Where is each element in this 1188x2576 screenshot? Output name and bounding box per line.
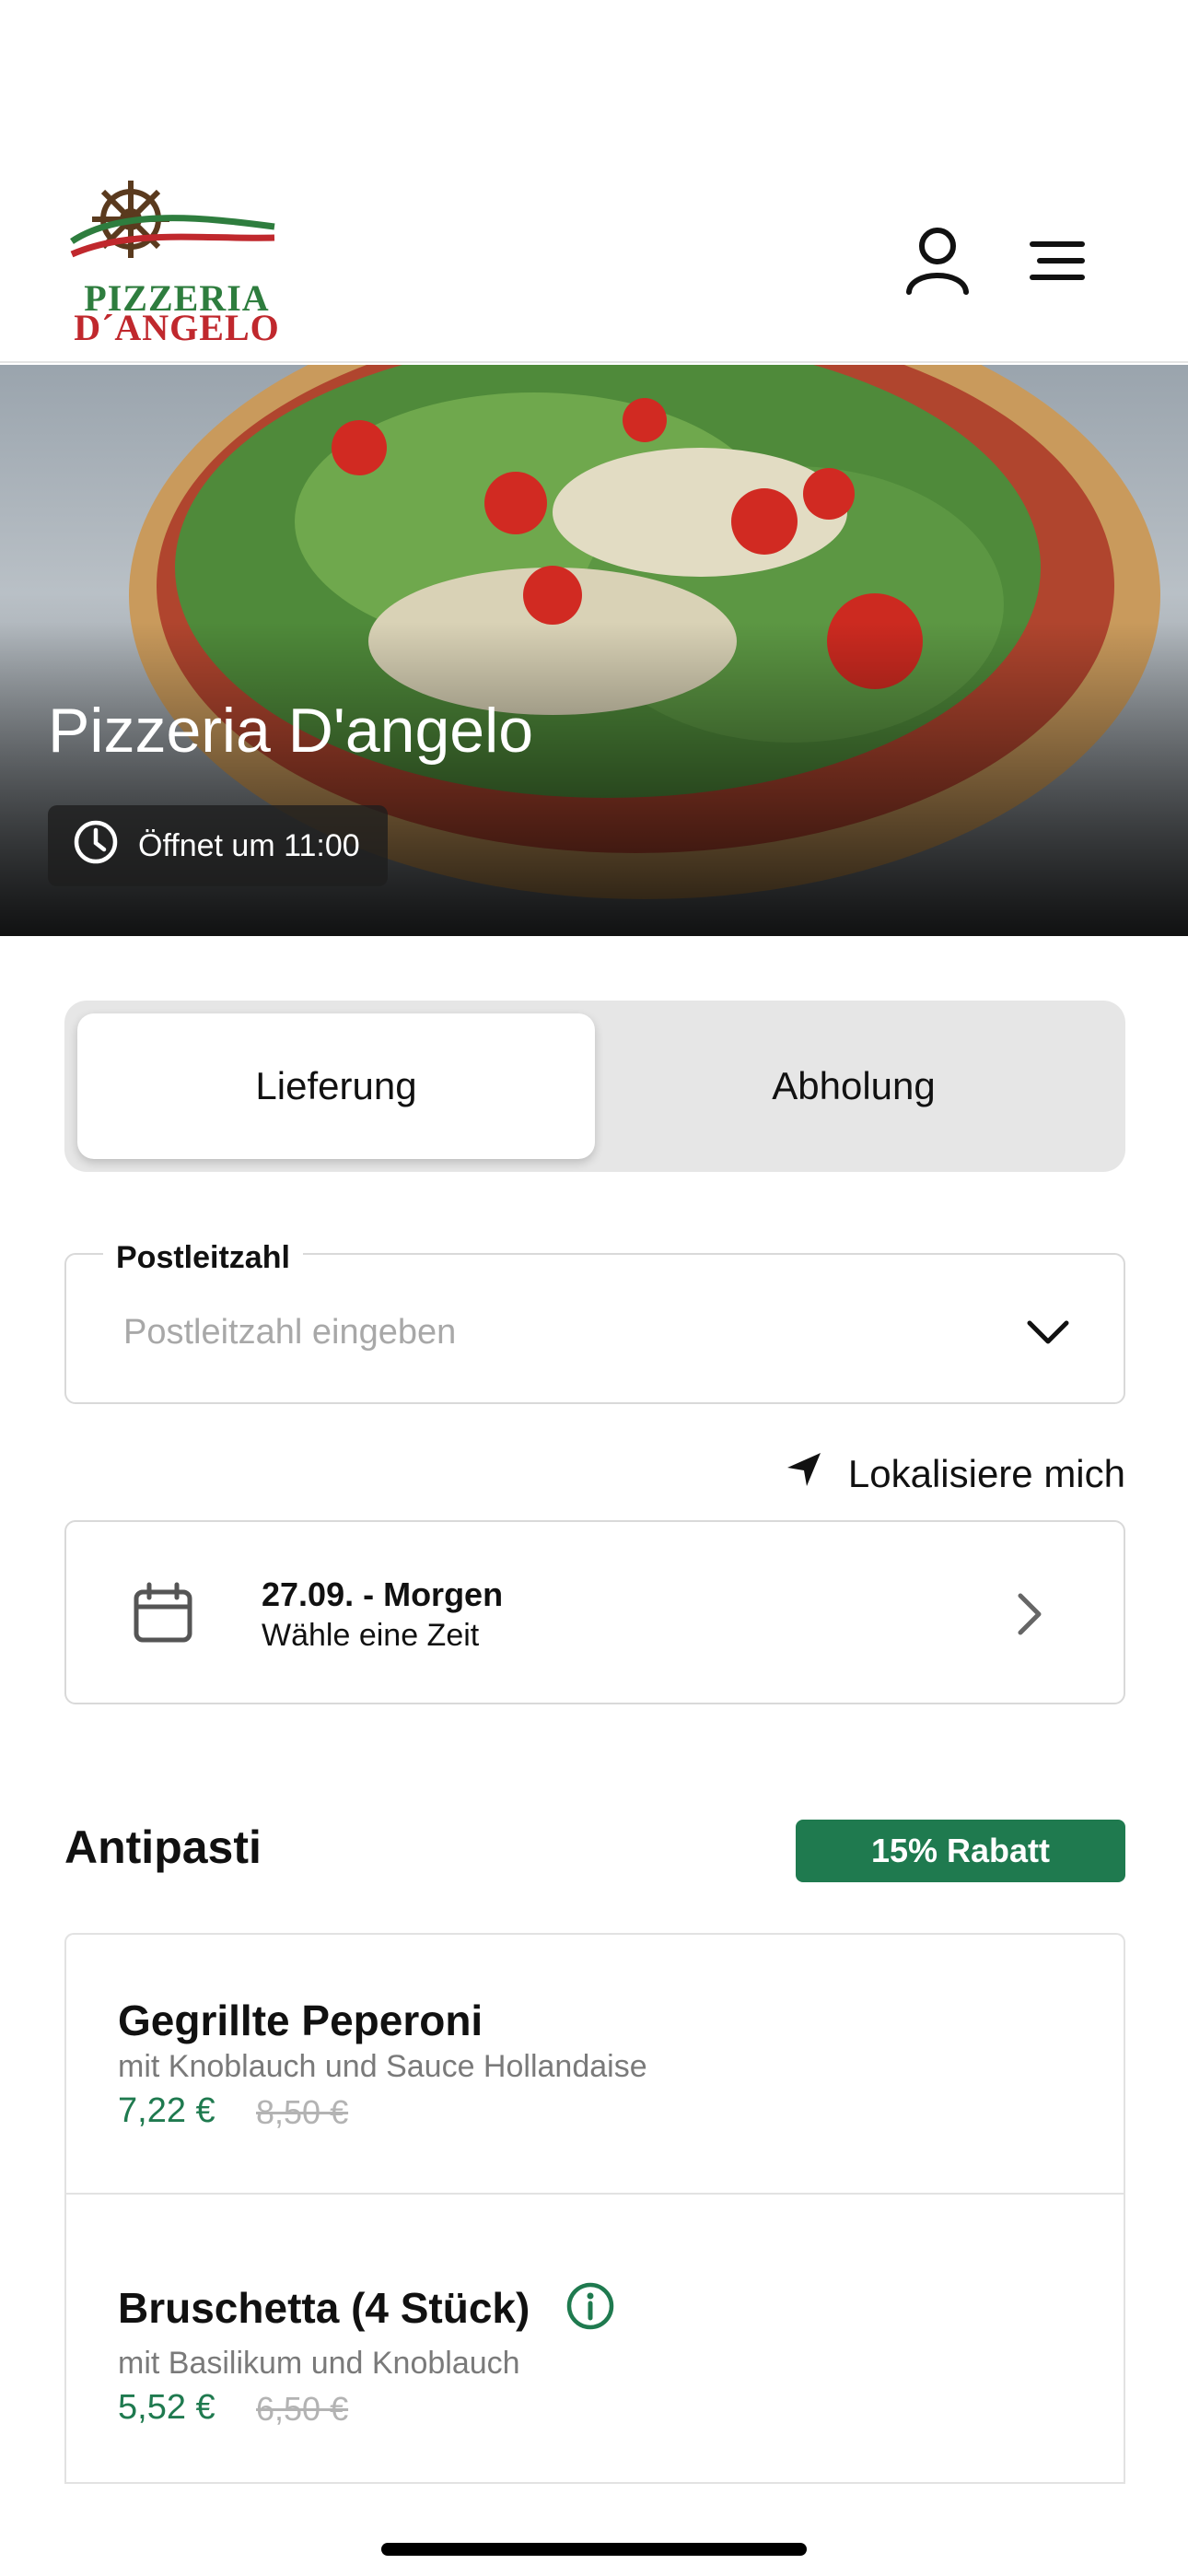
- discount-badge: 15% Rabatt: [796, 1820, 1125, 1882]
- product-price: 7,22 €: [118, 2091, 215, 2130]
- product-description: mit Basilikum und Knoblauch: [118, 2346, 520, 2381]
- locate-me-label: Lokalisiere mich: [847, 1452, 1125, 1495]
- chevron-right-icon: [1006, 1590, 1050, 1638]
- product-old-price: 6,50 €: [256, 2390, 349, 2428]
- info-icon[interactable]: [565, 2281, 615, 2331]
- delivery-time-selector[interactable]: 27.09. - Morgen Wähle eine Zeit: [64, 1520, 1125, 1704]
- chevron-down-icon[interactable]: [1024, 1308, 1072, 1356]
- opening-hours-text: Öffnet um 11:00: [138, 827, 360, 863]
- home-indicator[interactable]: [381, 2543, 807, 2556]
- opening-hours-badge: Öffnet um 11:00: [48, 805, 388, 886]
- location-arrow-icon: [784, 1449, 824, 1499]
- hero-banner: Pizzeria D'angelo Öffnet um 11:00: [0, 365, 1188, 936]
- product-card[interactable]: Gegrillte Peperoni mit Knoblauch und Sau…: [64, 1933, 1125, 2209]
- menu-icon[interactable]: [1024, 228, 1089, 293]
- delivery-tab[interactable]: Lieferung: [77, 1013, 595, 1159]
- selected-date: 27.09. - Morgen: [262, 1575, 504, 1613]
- order-mode-toggle: Lieferung Abholung: [64, 1001, 1125, 1172]
- product-description: mit Knoblauch und Sauce Hollandaise: [118, 2049, 647, 2084]
- locate-me-button[interactable]: Lokalisiere mich: [755, 1445, 1125, 1504]
- clock-icon: [72, 818, 120, 874]
- app-header: PIZZERIA D´ANGELO: [0, 0, 1188, 363]
- choose-time-text: Wähle eine Zeit: [262, 1618, 480, 1653]
- category-title: Antipasti: [64, 1821, 262, 1873]
- product-price: 5,52 €: [118, 2388, 215, 2427]
- calendar-icon: [131, 1581, 195, 1645]
- product-name: Bruschetta (4 Stück): [118, 2284, 530, 2332]
- postal-code-label: Postleitzahl: [103, 1240, 303, 1276]
- product-card[interactable]: Bruschetta (4 Stück) mit Basilikum und K…: [64, 2193, 1125, 2484]
- user-icon[interactable]: [898, 221, 977, 300]
- restaurant-logo[interactable]: PIZZERIA D´ANGELO: [66, 181, 287, 348]
- product-old-price: 8,50 €: [256, 2093, 349, 2131]
- logo-emblem: [70, 181, 275, 258]
- pickup-tab[interactable]: Abholung: [595, 1013, 1112, 1159]
- logo-text-line2: D´ANGELO: [74, 307, 280, 348]
- product-name: Gegrillte Peperoni: [118, 1996, 483, 2044]
- restaurant-name: Pizzeria D'angelo: [48, 696, 534, 766]
- postal-code-input[interactable]: [123, 1306, 952, 1358]
